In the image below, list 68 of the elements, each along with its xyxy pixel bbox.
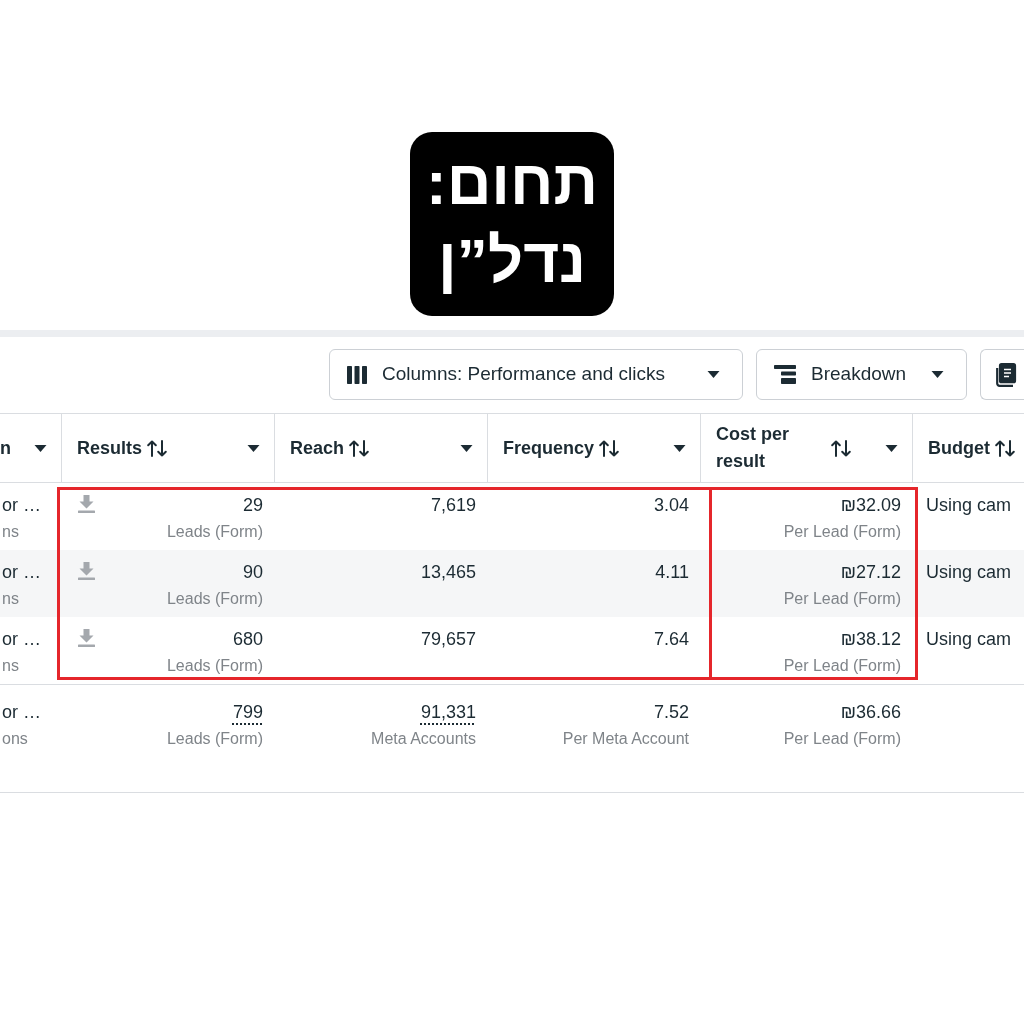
column-title: n	[0, 436, 11, 460]
column-title: Results	[77, 436, 143, 460]
column-header[interactable]: Results	[62, 414, 275, 482]
column-title: Frequency	[503, 436, 595, 460]
row-subtitle: ns	[2, 656, 19, 676]
notebook-icon	[996, 362, 1018, 387]
metric-value: ₪27.12	[840, 561, 901, 584]
sort-icon[interactable]	[831, 439, 852, 457]
metric-unit: Per Lead (Form)	[783, 589, 901, 609]
metric-value: 79,657	[420, 628, 476, 651]
column-title: Budget	[928, 436, 990, 460]
columns-button[interactable]: Columns: Performance and clicks	[329, 349, 743, 400]
budget-value: Using cam	[926, 494, 1012, 517]
row-subtitle: ns	[2, 589, 19, 609]
metric-unit: Per Lead (Form)	[783, 522, 901, 542]
column-header[interactable]: Budget	[913, 414, 1024, 482]
sort-icon[interactable]	[147, 439, 169, 457]
metric-value: 4.11	[655, 561, 689, 584]
metric-value: 13,465	[420, 561, 476, 584]
row-name: or …	[2, 561, 41, 584]
metric-unit: Leads (Form)	[166, 522, 263, 542]
metric-value: 799	[232, 701, 263, 724]
metric-value: 7.52	[653, 701, 689, 724]
budget-value: Using cam	[926, 628, 1012, 651]
breakdown-button[interactable]: Breakdown	[756, 349, 967, 400]
metric-value: 3.04	[653, 494, 689, 517]
row-name: or …	[2, 494, 41, 517]
caret-icon[interactable]	[885, 444, 898, 452]
metric-value: 7,619	[430, 494, 476, 517]
metric-unit: Per Lead (Form)	[783, 729, 901, 749]
column-header[interactable]: Frequency	[488, 414, 701, 482]
metric-unit: Meta Accounts	[371, 729, 476, 749]
column-header[interactable]: n	[0, 414, 62, 482]
caret-icon[interactable]	[707, 371, 720, 378]
category-label: תחום: נדל”ן	[410, 132, 614, 316]
breakdown-icon	[774, 365, 796, 384]
metric-value: ₪38.12	[840, 628, 901, 651]
sort-icon[interactable]	[349, 439, 371, 457]
metric-unit: Leads (Form)	[166, 656, 263, 676]
metric-value: 29	[242, 494, 263, 517]
row-subtitle: ns	[2, 522, 19, 542]
column-header[interactable]: Reach	[275, 414, 488, 482]
metric-value: 90	[242, 561, 263, 584]
caret-icon[interactable]	[247, 444, 260, 452]
column-title: Cost per result	[716, 423, 790, 473]
metric-value: 91,331	[420, 701, 476, 724]
metric-value: 680	[232, 628, 263, 651]
metric-unit: Leads (Form)	[166, 589, 263, 609]
row-name: or …	[2, 628, 41, 651]
budget-value: Using cam	[926, 561, 1012, 584]
row-subtitle: ons	[2, 729, 28, 749]
notebook-button[interactable]	[980, 349, 1024, 400]
metric-value: 7.64	[653, 628, 689, 651]
columns-icon	[347, 365, 367, 384]
caret-icon[interactable]	[460, 444, 473, 452]
sort-icon[interactable]	[599, 439, 621, 457]
row-name: or …	[2, 701, 41, 724]
sort-icon[interactable]	[995, 439, 1016, 457]
column-title: Reach	[290, 436, 345, 460]
metric-value: ₪36.66	[840, 701, 901, 724]
caret-icon[interactable]	[931, 371, 944, 378]
metric-unit: Per Meta Account	[562, 729, 689, 749]
metric-value: ₪32.09	[840, 494, 901, 517]
caret-icon[interactable]	[34, 444, 47, 452]
column-header[interactable]: Cost per result	[701, 414, 913, 482]
metric-unit: Leads (Form)	[166, 729, 263, 749]
caret-icon[interactable]	[673, 444, 686, 452]
metric-unit: Per Lead (Form)	[783, 656, 901, 676]
